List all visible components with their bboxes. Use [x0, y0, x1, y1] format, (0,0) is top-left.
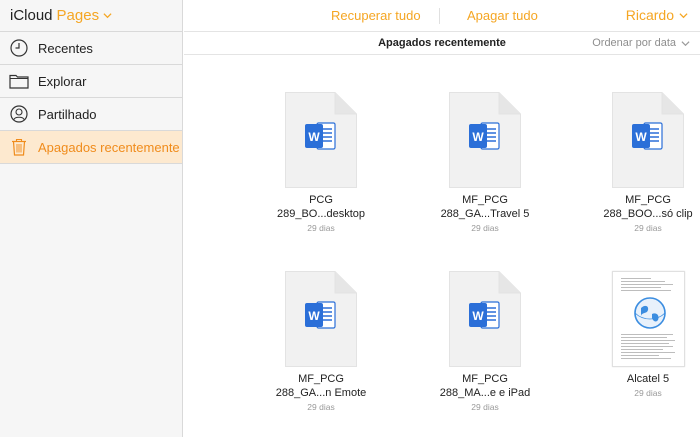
file-item[interactable]: W MF_PCG 288_GA...Travel 5 29 dias [410, 92, 560, 233]
sidebar-item-partilhado[interactable]: Partilhado [0, 98, 182, 131]
sidebar-item-apagados[interactable]: Apagados recentemente [0, 131, 182, 164]
trash-icon [9, 137, 29, 157]
file-item[interactable]: W MF_PCG 288_BOO...só clip 29 dias [573, 92, 700, 233]
sidebar-item-label: Explorar [38, 73, 87, 89]
sidebar: iCloud Pages Recentes Explorar Partilhad… [0, 0, 183, 437]
svg-text:W: W [472, 309, 484, 323]
word-file-icon: W [285, 271, 357, 367]
toolbar-divider [439, 8, 440, 24]
globe-icon [633, 297, 666, 329]
sidebar-item-label: Apagados recentemente [38, 139, 180, 155]
file-age: 29 dias [471, 223, 499, 233]
svg-text:W: W [308, 130, 320, 144]
svg-text:W: W [472, 130, 484, 144]
svg-text:W: W [308, 309, 320, 323]
file-name: MF_PCG 288_GA...Travel 5 [440, 194, 530, 220]
user-menu[interactable]: Ricardo [626, 7, 688, 23]
sort-label: Ordenar por data [592, 37, 676, 49]
file-item[interactable]: Alcatel 5 29 dias [573, 271, 700, 398]
person-icon [9, 104, 29, 124]
brand-icloud: iCloud [10, 7, 53, 24]
svg-text:W: W [635, 130, 647, 144]
file-name: MF_PCG 288_BOO...só clip [603, 194, 693, 220]
recover-all-button[interactable]: Recuperar tudo [331, 8, 421, 23]
folder-icon [9, 71, 29, 91]
file-name: MF_PCG 288_GA...n Emote [275, 373, 367, 399]
file-item[interactable]: W MF_PCG 288_MA...e e iPad 29 dias [410, 271, 560, 412]
word-file-icon: W [612, 92, 684, 188]
word-file-icon: W [285, 92, 357, 188]
clock-icon [9, 38, 29, 58]
word-file-icon: W [449, 92, 521, 188]
file-age: 29 dias [307, 223, 335, 233]
app-switcher[interactable]: iCloud Pages [0, 0, 182, 32]
sidebar-item-label: Recentes [38, 40, 93, 56]
file-age: 29 dias [634, 388, 662, 398]
file-name: Alcatel 5 [626, 373, 670, 385]
user-name: Ricardo [625, 7, 674, 23]
file-age: 29 dias [307, 402, 335, 412]
file-age: 29 dias [471, 402, 499, 412]
file-item[interactable]: W MF_PCG 288_GA...n Emote 29 dias [246, 271, 396, 412]
file-grid: W PCG 289_BO...desktop 29 dias W MF_PCG 28… [184, 55, 700, 437]
delete-all-button[interactable]: Apagar tudo [467, 8, 538, 23]
sidebar-item-recentes[interactable]: Recentes [0, 32, 182, 65]
sidebar-item-explorar[interactable]: Explorar [0, 65, 182, 98]
document-thumbnail [611, 271, 685, 367]
word-file-icon: W [449, 271, 521, 367]
chevron-down-icon [679, 12, 688, 18]
file-age: 29 dias [634, 223, 662, 233]
chevron-down-icon [681, 40, 690, 46]
sidebar-item-label: Partilhado [38, 106, 97, 122]
file-name: PCG 289_BO...desktop [276, 194, 366, 220]
section-header: Apagados recentemente Ordenar por data [184, 32, 700, 55]
chevron-down-icon [103, 13, 112, 19]
file-name: MF_PCG 288_MA...e e iPad [439, 373, 531, 399]
toolbar: Recuperar tudo Apagar tudo Ricardo [184, 0, 700, 32]
sort-menu[interactable]: Ordenar por data [592, 37, 690, 49]
brand-app-name: Pages [56, 7, 100, 24]
file-item[interactable]: W PCG 289_BO...desktop 29 dias [246, 92, 396, 233]
